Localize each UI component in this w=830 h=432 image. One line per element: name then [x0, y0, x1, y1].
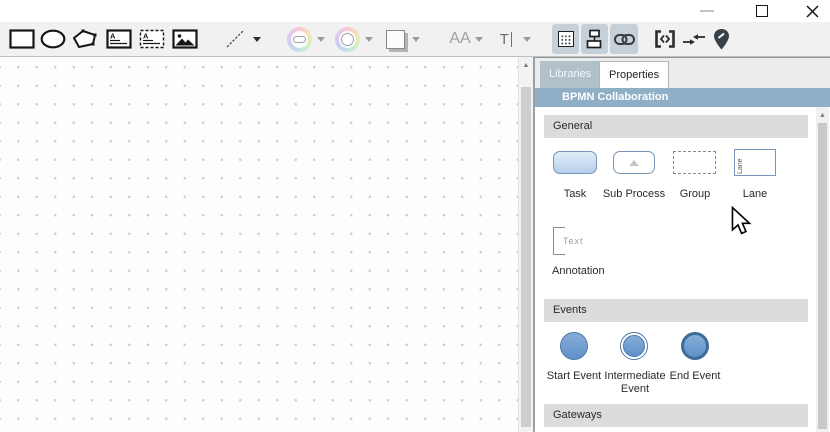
label-tool-button[interactable]: A — [103, 24, 135, 54]
rectangle-icon — [9, 29, 35, 49]
merge-arrows-icon — [682, 29, 706, 49]
chevron-down-icon — [253, 37, 261, 42]
shape-label-annotation: Annotation — [552, 265, 605, 277]
polygon-tool-button[interactable] — [69, 24, 101, 54]
link-toggle-button[interactable] — [610, 24, 638, 54]
pin-button[interactable] — [708, 24, 734, 54]
line-tool-button[interactable] — [220, 24, 250, 54]
text-format-button[interactable]: T — [491, 24, 521, 54]
right-panel: Libraries Properties BPMN Collaboration … — [533, 57, 830, 432]
section-header-events[interactable]: Events — [544, 299, 808, 322]
sub-process-marker-icon — [629, 160, 639, 166]
maximize-icon — [756, 5, 768, 17]
title-bar — [0, 0, 830, 22]
minimize-button[interactable] — [692, 0, 722, 22]
text-tool-button[interactable]: A — [136, 24, 168, 54]
library-shape-task[interactable] — [553, 151, 597, 174]
library-shape-start-event[interactable] — [560, 332, 588, 360]
label-icon: A — [106, 29, 132, 49]
section-header-general[interactable]: General — [544, 115, 808, 138]
grid-toggle-button[interactable] — [552, 24, 579, 54]
line-color-button[interactable] — [333, 24, 361, 54]
image-icon — [172, 29, 198, 49]
shadow-icon — [386, 30, 405, 49]
library-title[interactable]: BPMN Collaboration — [535, 88, 830, 107]
canvas-vertical-scrollbar[interactable]: ▲ — [518, 57, 533, 432]
ellipse-icon — [40, 29, 66, 49]
library-panel-body: General Lane Task Sub Process Group Lane… — [535, 107, 830, 432]
chevron-down-icon — [523, 37, 531, 42]
shape-label-group: Group — [680, 188, 711, 200]
library-shape-sub-process[interactable] — [613, 151, 655, 174]
library-shape-group[interactable] — [673, 151, 716, 174]
code-icon — [654, 29, 676, 49]
main-toolbar: A A — [0, 22, 830, 57]
library-shape-annotation[interactable]: Text — [553, 227, 587, 255]
svg-text:A: A — [143, 32, 149, 41]
shape-label-end-event: End Event — [670, 370, 721, 382]
panel-vertical-scrollbar[interactable]: ▲ — [816, 107, 829, 432]
library-shape-intermediate-event[interactable] — [620, 332, 648, 360]
shadow-button[interactable] — [381, 24, 409, 54]
line-icon — [224, 28, 246, 50]
intermediate-event-inner-circle — [623, 335, 645, 357]
chevron-down-icon — [365, 37, 373, 42]
maximize-button[interactable] — [747, 0, 777, 22]
fill-color-button[interactable] — [285, 24, 313, 54]
mouse-cursor — [731, 206, 753, 237]
rectangle-tool-button[interactable] — [7, 24, 37, 54]
panel-scrollbar-thumb[interactable] — [818, 123, 827, 429]
shape-label-start-event: Start Event — [547, 370, 601, 382]
image-tool-button[interactable] — [169, 24, 201, 54]
close-button[interactable] — [797, 0, 827, 22]
layout-icon — [585, 29, 604, 49]
section-header-gateways[interactable]: Gateways — [544, 404, 808, 427]
minimize-icon — [700, 10, 714, 12]
tab-libraries[interactable]: Libraries — [540, 61, 600, 88]
line-style-dropdown[interactable] — [250, 24, 264, 54]
scroll-up-icon[interactable]: ▲ — [519, 61, 533, 71]
annotation-shape-text: Text — [563, 236, 584, 246]
tab-properties[interactable]: Properties — [599, 61, 669, 88]
grid-icon — [558, 31, 574, 47]
fill-color-dropdown[interactable] — [314, 24, 328, 54]
chevron-down-icon — [475, 37, 483, 42]
chevron-down-icon — [412, 37, 420, 42]
panel-tab-bar: Libraries Properties — [535, 58, 830, 88]
line-color-dropdown[interactable] — [362, 24, 376, 54]
library-shape-lane[interactable]: Lane — [734, 149, 776, 176]
text-cursor-icon: T — [500, 31, 513, 48]
text-icon: A — [139, 29, 165, 49]
text-format-dropdown[interactable] — [520, 24, 534, 54]
canvas-scrollbar-thumb[interactable] — [521, 87, 531, 427]
pin-icon — [712, 28, 731, 51]
fill-color-icon — [287, 27, 312, 52]
layout-toggle-button[interactable] — [581, 24, 608, 54]
polygon-icon — [71, 29, 99, 49]
edit-code-button[interactable] — [651, 24, 679, 54]
chevron-down-icon — [317, 37, 325, 42]
svg-text:A: A — [110, 32, 116, 41]
merge-arrows-button[interactable] — [680, 24, 708, 54]
lane-shape-text: Lane — [737, 151, 744, 174]
link-icon — [614, 33, 635, 46]
shape-label-sub-process: Sub Process — [603, 188, 665, 200]
shape-label-intermediate-event: Intermediate Event — [598, 370, 672, 396]
line-color-icon — [335, 27, 360, 52]
shadow-dropdown[interactable] — [409, 24, 423, 54]
shape-label-task: Task — [564, 188, 587, 200]
scroll-up-icon[interactable]: ▲ — [816, 111, 829, 121]
ellipse-tool-button[interactable] — [38, 24, 68, 54]
font-icon: AA — [449, 30, 470, 48]
shape-label-lane: Lane — [743, 188, 767, 200]
font-dropdown[interactable] — [472, 24, 486, 54]
diagram-canvas[interactable] — [0, 57, 518, 432]
library-shape-end-event[interactable] — [681, 332, 709, 360]
close-icon — [806, 5, 819, 18]
